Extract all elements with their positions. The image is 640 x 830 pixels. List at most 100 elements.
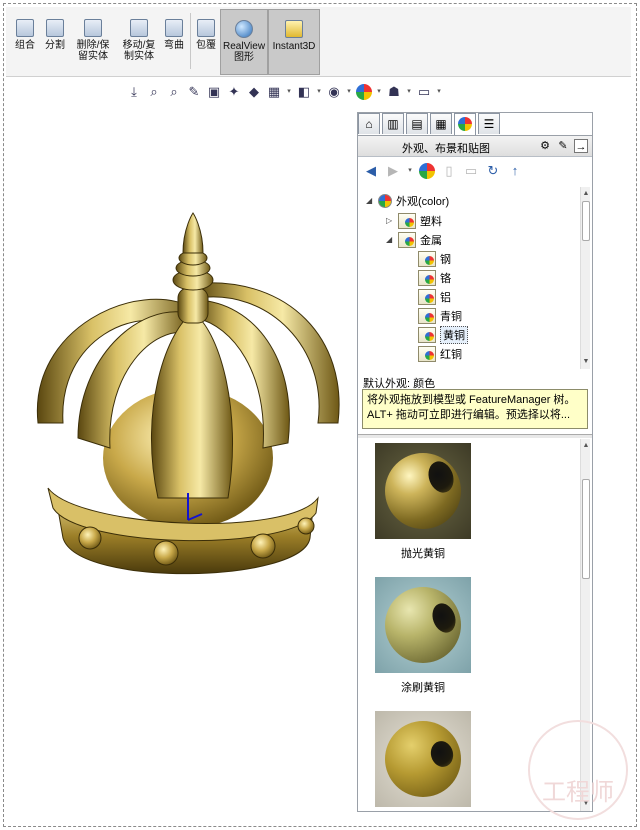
apply-scene-icon[interactable]: ☗ xyxy=(386,84,402,100)
pin-icon[interactable]: ✎ xyxy=(556,139,570,153)
help-tooltip: 将外观拖放到模型或 FeatureManager 树。ALT+ 拖动可立即进行编… xyxy=(362,389,588,429)
swatch-polished-brass[interactable]: 抛光黄铜 xyxy=(375,443,471,561)
tree-item-steel[interactable]: 钢 xyxy=(418,249,451,268)
chevron-down-icon[interactable]: ▾ xyxy=(436,84,442,100)
expand-toggle-icon[interactable]: ◢ xyxy=(386,235,394,244)
crown-finial-base xyxy=(177,287,209,324)
crown-jewel xyxy=(250,533,276,559)
display-style-icon[interactable]: ▦ xyxy=(266,84,282,100)
task-pane: ⌂ ▥ ▤ ▦ ☰ 外观、布景和贴图 ⚙ ✎ → ◀ ▶ ▾ ▯ ▭ ↻ ↑ ◢… xyxy=(357,112,593,812)
chevron-down-icon[interactable]: ▾ xyxy=(376,84,382,100)
split-button[interactable]: 分割 xyxy=(40,9,70,75)
watermark: 工程师 xyxy=(528,720,628,820)
appearance-folder-icon xyxy=(418,269,436,286)
design-library-tab-icon[interactable]: ▥ xyxy=(382,113,404,134)
chevron-down-icon[interactable]: ▾ xyxy=(406,84,412,100)
realview-button[interactable]: RealView图形 xyxy=(220,9,268,75)
delete-keep-body-button[interactable]: 删除/保留实体 xyxy=(70,9,116,75)
forward-arrow-icon[interactable]: ▶ xyxy=(385,163,401,179)
move-copy-body-icon xyxy=(130,19,148,37)
view-settings-icon[interactable]: ▭ xyxy=(416,84,432,100)
hide-show-items-icon[interactable]: ◧ xyxy=(296,84,312,100)
expand-toggle-icon[interactable]: ◢ xyxy=(366,196,374,205)
scroll-down-icon[interactable]: ▼ xyxy=(581,357,591,367)
back-arrow-icon[interactable]: ◀ xyxy=(363,163,379,179)
tree-scrollbar[interactable]: ▲ ▼ xyxy=(580,187,590,369)
combine-icon xyxy=(16,19,34,37)
task-pane-title: 外观、布景和贴图 xyxy=(402,143,490,155)
realview-icon xyxy=(235,20,253,38)
section-view-icon[interactable]: ▣ xyxy=(206,84,222,100)
appearances-tab-icon[interactable] xyxy=(454,113,476,135)
tree-item-plastic[interactable]: ▷ 塑料 xyxy=(386,211,442,230)
crown-jewel xyxy=(297,517,315,535)
swatch-thumbnail xyxy=(375,443,471,539)
copy-icon[interactable]: ▯ xyxy=(441,163,457,179)
collapse-pane-icon[interactable]: → xyxy=(574,139,588,153)
appearance-folder-icon xyxy=(398,212,416,229)
dynamic-annotation-icon[interactable]: ✦ xyxy=(226,84,242,100)
chevron-down-icon[interactable]: ▾ xyxy=(407,163,413,179)
swatch-thumbnail xyxy=(375,711,471,807)
up-arrow-icon[interactable]: ↑ xyxy=(507,163,523,179)
crown-jewel xyxy=(78,526,102,550)
view-palette-tab-icon[interactable]: ▦ xyxy=(430,113,452,134)
appearance-ball-icon[interactable] xyxy=(419,163,435,179)
view-orientation-icon[interactable]: ⤓ xyxy=(126,84,142,100)
appearance-tree: ◢ 外观(color) ▷ 塑料 ◢ 金属 钢 铬 铝 青铜 黄铜 红铜 ▲ ▼ xyxy=(358,187,592,369)
tree-item-bronze[interactable]: 青铜 xyxy=(418,306,462,325)
flex-button[interactable]: 弯曲 xyxy=(160,9,188,75)
move-copy-body-button[interactable]: 移动/复制实体 xyxy=(116,9,162,75)
appearance-folder-icon xyxy=(418,345,436,362)
task-pane-tabs: ⌂ ▥ ▤ ▦ ☰ xyxy=(358,113,508,135)
scroll-up-icon[interactable]: ▲ xyxy=(581,189,591,199)
task-pane-title-bar: 外观、布景和贴图 ⚙ ✎ → xyxy=(358,135,592,157)
wrap-button[interactable]: 包覆 xyxy=(192,9,220,75)
scrollbar-thumb[interactable] xyxy=(582,201,590,241)
custom-properties-tab-icon[interactable]: ☰ xyxy=(478,113,500,134)
tree-item-brass[interactable]: 黄铜 xyxy=(418,325,468,344)
view-eye-icon[interactable]: ◉ xyxy=(326,84,342,100)
chevron-down-icon[interactable]: ▾ xyxy=(316,84,322,100)
chevron-down-icon[interactable]: ▾ xyxy=(346,84,352,100)
appearance-folder-icon xyxy=(418,288,436,305)
delete-keep-body-icon xyxy=(84,19,102,37)
appearance-folder-icon xyxy=(418,250,436,267)
crown-arch xyxy=(151,312,234,499)
swatch-thumbnail xyxy=(375,577,471,673)
chevron-down-icon[interactable]: ▾ xyxy=(286,84,292,100)
options-gear-icon[interactable]: ⚙ xyxy=(538,139,552,153)
tree-item-root[interactable]: ◢ 外观(color) xyxy=(366,191,449,210)
instant3d-button[interactable]: Instant3D xyxy=(268,9,320,75)
zoom-to-area-icon[interactable]: ⌕ xyxy=(166,84,182,100)
file-explorer-tab-icon[interactable]: ▤ xyxy=(406,113,428,134)
folder-icon[interactable]: ▭ xyxy=(463,163,479,179)
appearance-navigation-bar: ◀ ▶ ▾ ▯ ▭ ↻ ↑ xyxy=(358,158,592,184)
edit-appearance-icon[interactable] xyxy=(356,84,372,100)
flex-icon xyxy=(165,19,183,37)
expand-toggle-icon[interactable]: ▷ xyxy=(386,216,394,225)
appearance-folder-icon xyxy=(398,231,416,248)
tree-item-chrome[interactable]: 铬 xyxy=(418,268,451,287)
home-tab-icon[interactable]: ⌂ xyxy=(358,113,380,134)
swatch-brass-3[interactable] xyxy=(375,711,471,811)
zoom-to-fit-icon[interactable]: ⌕ xyxy=(146,84,162,100)
swatch-brushed-brass[interactable]: 涂刷黄铜 xyxy=(375,577,471,695)
combine-button[interactable]: 组合 xyxy=(10,9,40,75)
view-orientation-cube-icon[interactable]: ◆ xyxy=(246,84,262,100)
tree-item-metal[interactable]: ◢ 金属 xyxy=(386,230,442,249)
crown-finial-tip xyxy=(182,212,204,254)
appearance-ball-icon xyxy=(378,193,392,208)
pane-splitter[interactable] xyxy=(358,434,592,438)
heads-up-view-toolbar: ⤓ ⌕ ⌕ ✎ ▣ ✦ ◆ ▦ ▾ ◧ ▾ ◉ ▾ ▾ ☗ ▾ ▭ ▾ xyxy=(126,82,442,102)
scrollbar-thumb[interactable] xyxy=(582,479,590,579)
tree-item-copper[interactable]: 红铜 xyxy=(418,344,462,363)
refresh-icon[interactable]: ↻ xyxy=(485,163,501,179)
previous-view-icon[interactable]: ✎ xyxy=(186,84,202,100)
scroll-up-icon[interactable]: ▲ xyxy=(581,441,591,451)
appearance-folder-icon xyxy=(418,326,436,343)
appearance-folder-icon xyxy=(418,307,436,324)
tree-item-aluminum[interactable]: 铝 xyxy=(418,287,451,306)
wrap-icon xyxy=(197,19,215,37)
crown-model[interactable] xyxy=(18,208,348,598)
